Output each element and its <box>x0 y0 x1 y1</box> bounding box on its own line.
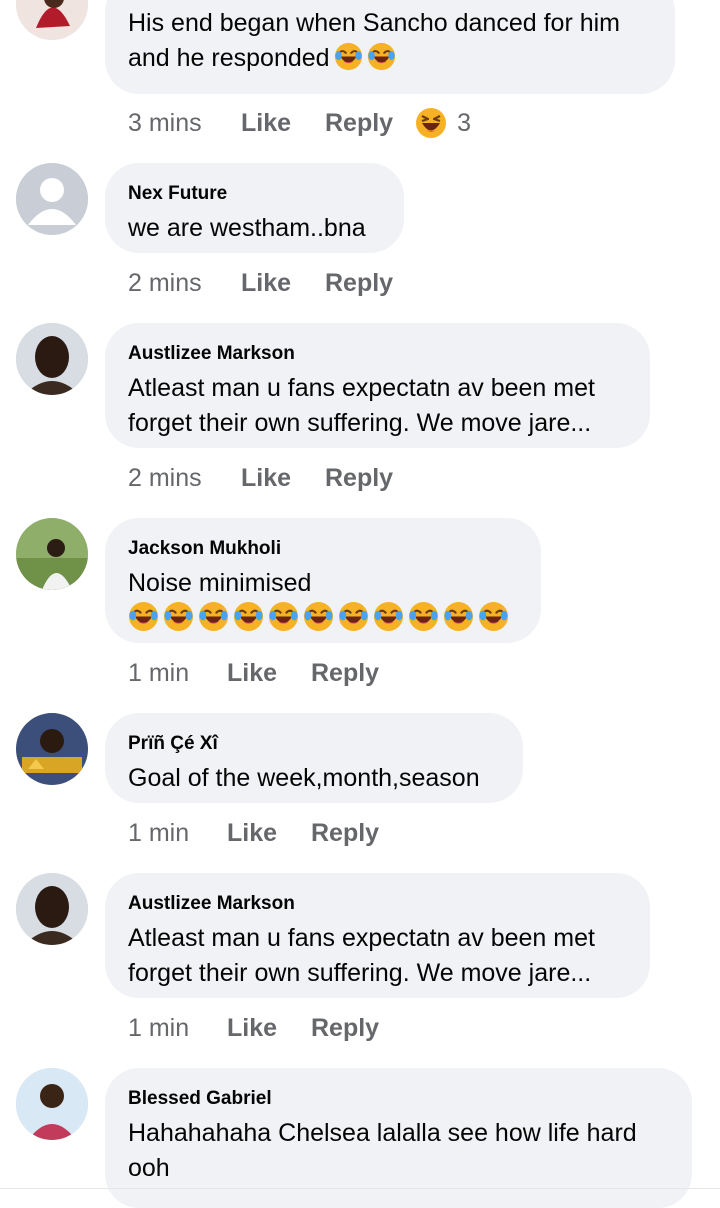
like-button[interactable]: Like <box>241 109 325 138</box>
comment-text-line: Atleast man u fans expectatn av been met <box>128 374 595 402</box>
avatar[interactable] <box>16 873 88 945</box>
reply-button[interactable]: Reply <box>325 109 393 138</box>
comment-text-line: Atleast man u fans expectatn av been met <box>128 924 595 952</box>
avatar[interactable] <box>16 713 88 785</box>
comment-bubble: Austlizee Markson Atleast man u fans exp… <box>105 323 650 448</box>
laugh-tears-emoji-icon <box>373 601 404 632</box>
commenter-name[interactable]: Prïñ Çé Xî <box>128 733 499 755</box>
timestamp: 2 mins <box>128 463 202 492</box>
like-button[interactable]: Like <box>227 819 311 848</box>
avatar[interactable] <box>16 518 88 590</box>
comment-text-line: ooh <box>128 1154 170 1182</box>
avatar[interactable] <box>16 1068 88 1140</box>
comment-actions: 1 min Like Reply <box>128 1011 379 1045</box>
timestamp: 1 min <box>128 818 190 847</box>
avatar[interactable] <box>16 323 88 395</box>
comment-text-line: Goal of the week,month,season <box>128 764 480 792</box>
comment-text-line: forget their own suffering. We move jare… <box>128 959 592 987</box>
reply-button[interactable]: Reply <box>311 1014 379 1043</box>
comment-bubble: His end began when Sancho danced for him… <box>105 0 675 94</box>
laugh-tears-emoji-icon <box>338 601 369 632</box>
laugh-tears-emoji-icon <box>163 601 194 632</box>
emoji-row <box>124 601 517 632</box>
laugh-tears-emoji-icon <box>443 601 474 632</box>
reply-button[interactable]: Reply <box>311 659 379 688</box>
comment-bubble: Nex Future we are westham..bna <box>105 163 404 253</box>
comment-actions: 3 mins Like Reply 3 <box>128 106 471 140</box>
like-button[interactable]: Like <box>241 269 325 298</box>
laugh-emoji-icon <box>415 107 447 139</box>
commenter-name[interactable]: Nex Future <box>128 183 380 205</box>
comment-text-line: Hahahahaha Chelsea lalalla see how life … <box>128 1119 637 1147</box>
reply-button[interactable]: Reply <box>325 269 393 298</box>
laugh-tears-emoji-icon <box>408 601 439 632</box>
reply-button[interactable]: Reply <box>311 819 379 848</box>
like-button[interactable]: Like <box>241 464 325 493</box>
comment-actions: 1 min Like Reply <box>128 816 379 850</box>
laugh-tears-emoji-icon <box>198 601 229 632</box>
timestamp: 2 mins <box>128 268 202 297</box>
timestamp: 3 mins <box>128 108 202 137</box>
comment-bubble: Jackson Mukholi Noise minimised <box>105 518 541 643</box>
laugh-tears-emoji-icon <box>128 601 159 632</box>
comment-text-line: we are westham..bna <box>128 214 366 242</box>
laugh-tears-emoji-icon <box>268 601 299 632</box>
reaction-summary[interactable]: 3 <box>415 107 471 139</box>
avatar[interactable] <box>16 163 88 235</box>
comment-text-line: and he responded <box>128 41 651 76</box>
laugh-tears-emoji-icon <box>478 601 509 632</box>
comment-actions: 2 mins Like Reply <box>128 461 393 495</box>
avatar[interactable] <box>16 0 88 40</box>
laugh-tears-emoji-icon <box>334 42 363 71</box>
timestamp: 1 min <box>128 658 190 687</box>
comment-text-line: forget their own suffering. We move jare… <box>128 409 592 437</box>
laugh-tears-emoji-icon <box>233 601 264 632</box>
comment-actions: 2 mins Like Reply <box>128 266 393 300</box>
comment-text-line: Noise minimised <box>128 569 312 597</box>
commenter-name[interactable]: Blessed Gabriel <box>128 1088 668 1110</box>
like-button[interactable]: Like <box>227 1014 311 1043</box>
comment-bubble: Blessed Gabriel Hahahahaha Chelsea lalal… <box>105 1068 692 1208</box>
commenter-name[interactable]: Austlizee Markson <box>128 893 626 915</box>
like-button[interactable]: Like <box>227 659 311 688</box>
reply-button[interactable]: Reply <box>325 464 393 493</box>
reaction-count: 3 <box>457 108 471 137</box>
comment-bubble: Prïñ Çé Xî Goal of the week,month,season <box>105 713 523 803</box>
comment-actions: 1 min Like Reply <box>128 656 379 690</box>
laugh-tears-emoji-icon <box>367 42 396 71</box>
laugh-tears-emoji-icon <box>303 601 334 632</box>
commenter-name[interactable]: Jackson Mukholi <box>128 538 517 560</box>
comment-bubble: Austlizee Markson Atleast man u fans exp… <box>105 873 650 998</box>
comment-text-line: His end began when Sancho danced for him <box>128 9 620 37</box>
timestamp: 1 min <box>128 1013 190 1042</box>
commenter-name[interactable]: Austlizee Markson <box>128 343 626 365</box>
